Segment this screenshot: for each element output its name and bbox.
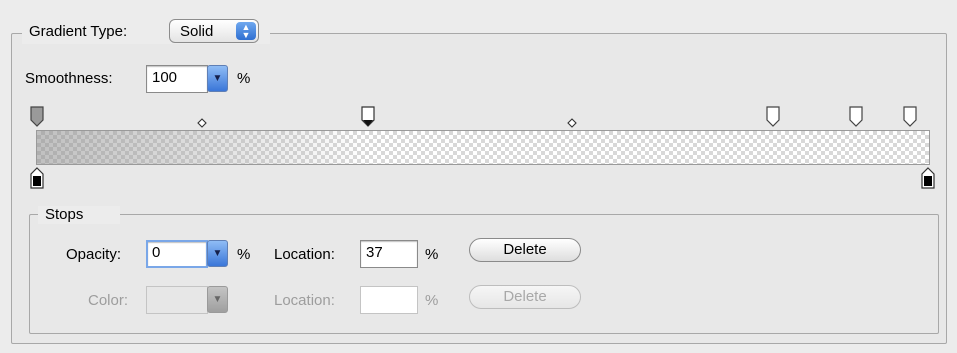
stops-title: Stops — [45, 206, 84, 223]
smoothness-value: 100 — [152, 69, 178, 86]
opacity-location-field[interactable]: 37 — [360, 240, 418, 268]
opacity-location-unit: % — [425, 246, 439, 263]
smoothness-field[interactable]: 100 — [146, 65, 208, 93]
color-stop-100[interactable] — [921, 167, 935, 189]
opacity-stop-0[interactable] — [30, 106, 44, 128]
color-dropdown-button[interactable]: ▼ — [207, 286, 228, 313]
opacity-stop-82[interactable] — [766, 106, 780, 128]
opacity-stop-92[interactable] — [849, 106, 863, 128]
opacity-field[interactable]: 0 — [146, 240, 208, 268]
color-location-unit: % — [425, 292, 439, 309]
opacity-stop-selected[interactable] — [361, 106, 375, 128]
opacity-dropdown-button[interactable]: ▼ — [207, 240, 228, 267]
color-swatch[interactable] — [146, 286, 208, 314]
smoothness-unit: % — [237, 70, 251, 87]
gradient-preview-bar[interactable] — [36, 130, 930, 165]
color-location-label: Location: — [274, 292, 335, 309]
midpoint-diamond-icon[interactable] — [567, 118, 577, 128]
delete-color-stop-button[interactable]: Delete — [469, 285, 581, 309]
updown-arrows-icon: ▲ ▼ — [236, 22, 256, 40]
delete-opacity-stop-button[interactable]: Delete — [469, 238, 581, 262]
opacity-location-value: 37 — [366, 244, 383, 261]
midpoint-diamond-icon[interactable] — [197, 118, 207, 128]
smoothness-dropdown-button[interactable]: ▼ — [207, 65, 228, 92]
opacity-location-label: Location: — [274, 246, 335, 263]
color-label: Color: — [88, 292, 129, 309]
opacity-value: 0 — [152, 244, 161, 261]
smoothness-label: Smoothness: — [25, 70, 113, 87]
opacity-label: Opacity: — [66, 246, 122, 263]
gradient-type-label: Gradient Type: — [29, 23, 128, 40]
opacity-stop-98[interactable] — [903, 106, 917, 128]
stops-group — [29, 214, 939, 334]
color-location-field[interactable] — [360, 286, 418, 314]
gradient-type-value: Solid — [180, 23, 214, 40]
color-stop-0[interactable] — [30, 167, 44, 189]
opacity-unit: % — [237, 246, 251, 263]
gradient-type-select[interactable]: Solid ▲ ▼ — [169, 19, 259, 43]
